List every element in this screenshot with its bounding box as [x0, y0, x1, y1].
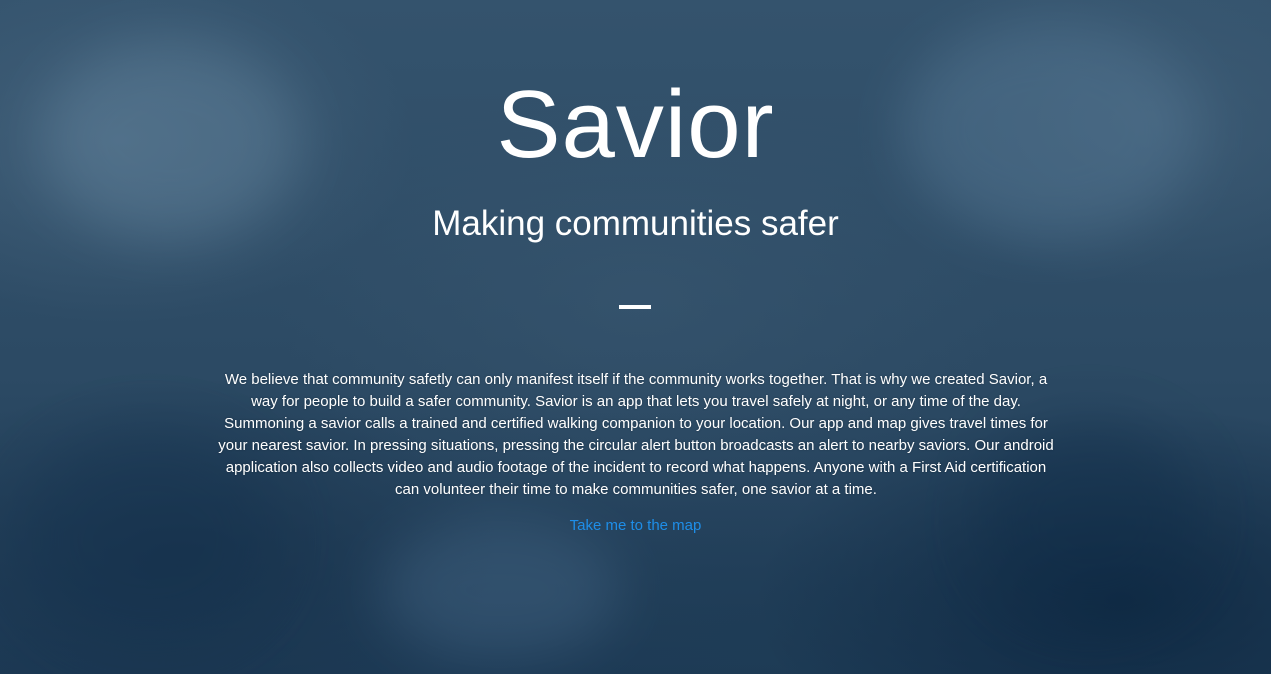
hero-content: Savior Making communities safer We belie…	[0, 0, 1271, 674]
description-text: We believe that community safetly can on…	[218, 371, 1054, 498]
hero-section: Savior Making communities safer We belie…	[0, 0, 1271, 674]
divider	[619, 305, 651, 309]
map-link[interactable]: Take me to the map	[0, 516, 1271, 536]
page-title: Savior	[496, 71, 775, 178]
page-subtitle: Making communities safer	[432, 204, 839, 243]
